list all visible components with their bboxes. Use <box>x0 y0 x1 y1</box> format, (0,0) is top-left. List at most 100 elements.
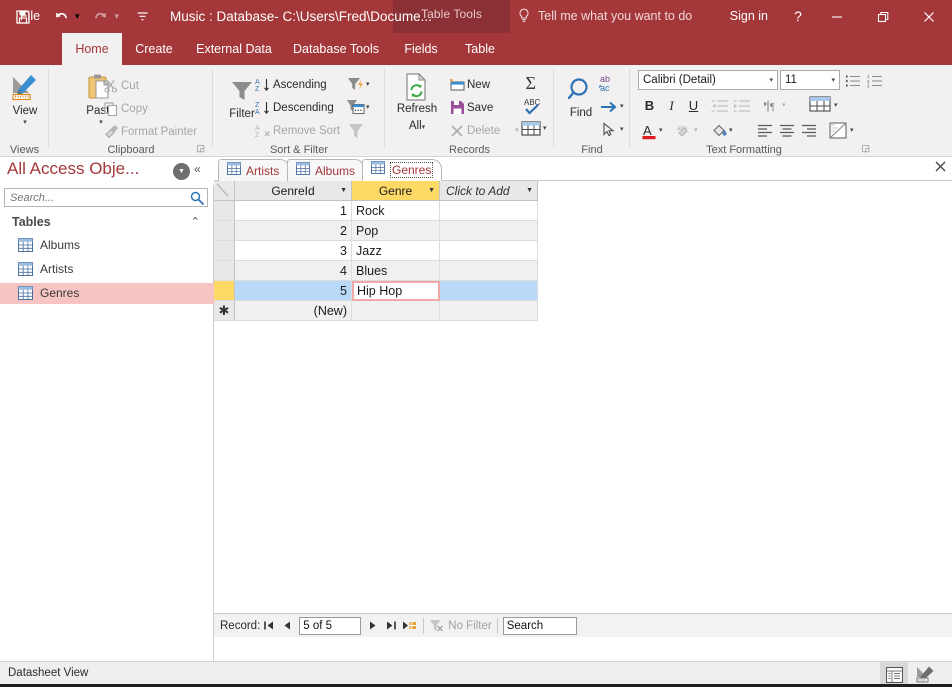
new-record-nav-icon[interactable] <box>400 617 418 635</box>
font-color-dropdown-icon[interactable]: ▾ <box>659 126 663 134</box>
numbering-button[interactable]: 123 <box>864 70 885 91</box>
filter-selection-button[interactable] <box>345 74 366 95</box>
row-selector[interactable] <box>214 201 235 221</box>
sidebar-item-albums[interactable]: Albums <box>0 235 214 256</box>
font-size-dropdown-icon[interactable]: ▾ <box>831 76 835 84</box>
cell-genreid[interactable]: 3 <box>235 241 352 261</box>
filter-selection-dropdown-icon[interactable]: ▾ <box>366 80 370 88</box>
gridlines-dropdown-icon[interactable]: ▾ <box>834 101 838 109</box>
cell-add[interactable] <box>440 281 538 301</box>
align-left-button[interactable] <box>754 120 775 141</box>
sidebar-item-artists[interactable]: Artists <box>0 259 214 280</box>
select-dropdown-icon[interactable]: ▾ <box>620 125 624 133</box>
close-object-icon[interactable] <box>935 161 946 175</box>
chevron-down-icon[interactable]: ▼ <box>340 187 347 194</box>
descending-button[interactable]: ZA Descending <box>253 97 334 118</box>
cell-add[interactable] <box>440 201 538 221</box>
view-button[interactable]: View ▾ <box>1 71 49 127</box>
datasheet-search-input[interactable]: Search <box>502 616 577 635</box>
nav-search-box[interactable] <box>4 188 208 207</box>
tab-fields[interactable]: Fields <box>398 33 444 65</box>
tab-table[interactable]: Table <box>458 33 502 65</box>
save-record-button[interactable]: Save <box>447 97 493 118</box>
last-record-icon[interactable] <box>382 617 400 635</box>
new-record-selector[interactable]: ✱ <box>214 301 235 321</box>
help-button[interactable]: ? <box>782 0 814 33</box>
clipboard-dialog-launcher[interactable]: ◲ <box>196 143 205 154</box>
cell-add-new[interactable] <box>440 301 538 321</box>
fill-color-dropdown-icon[interactable]: ▾ <box>729 126 733 134</box>
italic-button[interactable]: I <box>661 95 682 116</box>
goto-dropdown-icon[interactable]: ▾ <box>620 102 624 110</box>
chevron-down-icon[interactable]: ▼ <box>526 187 533 194</box>
document-tab-artists[interactable]: Artists <box>218 159 290 181</box>
record-position-box[interactable]: 5 of 5 <box>299 616 362 635</box>
cell-genreid[interactable]: 4 <box>235 261 352 281</box>
cell-add[interactable] <box>440 261 538 281</box>
filter-advanced-button[interactable] <box>345 97 366 118</box>
bold-button[interactable]: B <box>639 95 660 116</box>
font-size-combo[interactable]: 11 ▾ <box>780 70 840 90</box>
tab-database-tools[interactable]: Database Tools <box>286 33 386 65</box>
tab-home[interactable]: Home <box>62 33 122 65</box>
row-selector[interactable] <box>214 241 235 261</box>
fill-color-button[interactable] <box>709 120 730 141</box>
tab-external-data[interactable]: External Data <box>186 33 282 65</box>
cell-genre[interactable]: Blues <box>352 261 440 281</box>
column-header-genreid[interactable]: GenreId ▼ <box>235 181 352 201</box>
chevron-up-icon[interactable]: ⌃ <box>191 215 200 228</box>
tab-file[interactable]: File <box>8 0 52 32</box>
filter-status[interactable]: No Filter <box>429 619 492 632</box>
chevron-down-icon[interactable]: ▼ <box>428 187 435 194</box>
cell-genreid[interactable]: 1 <box>235 201 352 221</box>
tell-me-search[interactable]: Tell me what you want to do <box>516 0 692 32</box>
align-center-button[interactable] <box>776 120 797 141</box>
filter-advanced-dropdown-icon[interactable]: ▾ <box>366 103 370 111</box>
column-header-genre[interactable]: Genre ▼ <box>352 181 440 201</box>
goto-button[interactable] <box>598 96 620 117</box>
cell-genreid[interactable]: 5 <box>235 281 352 301</box>
refresh-all-dropdown-icon[interactable]: ▾ <box>422 124 426 131</box>
minimize-button[interactable] <box>814 0 860 33</box>
gridlines-button[interactable] <box>807 94 833 115</box>
row-selector-current[interactable] <box>214 281 235 301</box>
search-icon[interactable] <box>190 191 204 210</box>
view-dropdown-icon[interactable]: ▾ <box>1 118 49 127</box>
row-selector[interactable] <box>214 221 235 241</box>
column-header-click-to-add[interactable]: Click to Add ▼ <box>440 181 538 201</box>
alternate-row-color-button[interactable] <box>826 120 850 141</box>
spelling-button[interactable]: ABC <box>520 95 546 116</box>
alternate-row-color-dropdown-icon[interactable]: ▾ <box>850 126 854 134</box>
new-record-button[interactable]: New <box>447 74 490 95</box>
customize-qat-icon[interactable] <box>129 4 155 30</box>
cell-genreid-new[interactable]: (New) <box>235 301 352 321</box>
previous-record-icon[interactable] <box>278 617 296 635</box>
shutter-bar-collapse-icon[interactable]: « <box>194 162 201 176</box>
sidebar-item-genres[interactable]: Genres <box>0 283 214 304</box>
font-color-button[interactable]: A <box>639 120 660 141</box>
cell-add[interactable] <box>440 241 538 261</box>
refresh-all-button[interactable]: Refresh All▾ <box>389 71 445 134</box>
ascending-button[interactable]: AZ Ascending <box>253 74 327 95</box>
more-records-dropdown-icon[interactable]: ▾ <box>543 124 547 132</box>
nav-group-tables[interactable]: Tables ⌃ <box>0 213 214 233</box>
cell-genre[interactable]: Jazz <box>352 241 440 261</box>
font-name-combo[interactable]: Calibri (Detail) ▾ <box>638 70 778 90</box>
cell-genre-new[interactable] <box>352 301 440 321</box>
document-tab-genres[interactable]: Genres <box>362 159 442 181</box>
totals-button[interactable]: Σ <box>520 72 546 93</box>
sign-in-button[interactable]: Sign in <box>716 0 782 33</box>
bullets-button[interactable] <box>842 70 863 91</box>
cell-genre[interactable]: Pop <box>352 221 440 241</box>
undo-dropdown-icon[interactable]: ▾ <box>75 11 80 22</box>
align-right-button[interactable] <box>798 120 819 141</box>
text-formatting-dialog-launcher[interactable]: ◲ <box>861 143 870 154</box>
document-tab-albums[interactable]: Albums <box>287 159 365 181</box>
cell-genreid[interactable]: 2 <box>235 221 352 241</box>
restore-button[interactable] <box>860 0 906 33</box>
first-record-icon[interactable] <box>260 617 278 635</box>
tab-create[interactable]: Create <box>128 33 180 65</box>
cell-genre[interactable]: Rock <box>352 201 440 221</box>
row-selector[interactable] <box>214 261 235 281</box>
search-input[interactable] <box>8 189 183 206</box>
